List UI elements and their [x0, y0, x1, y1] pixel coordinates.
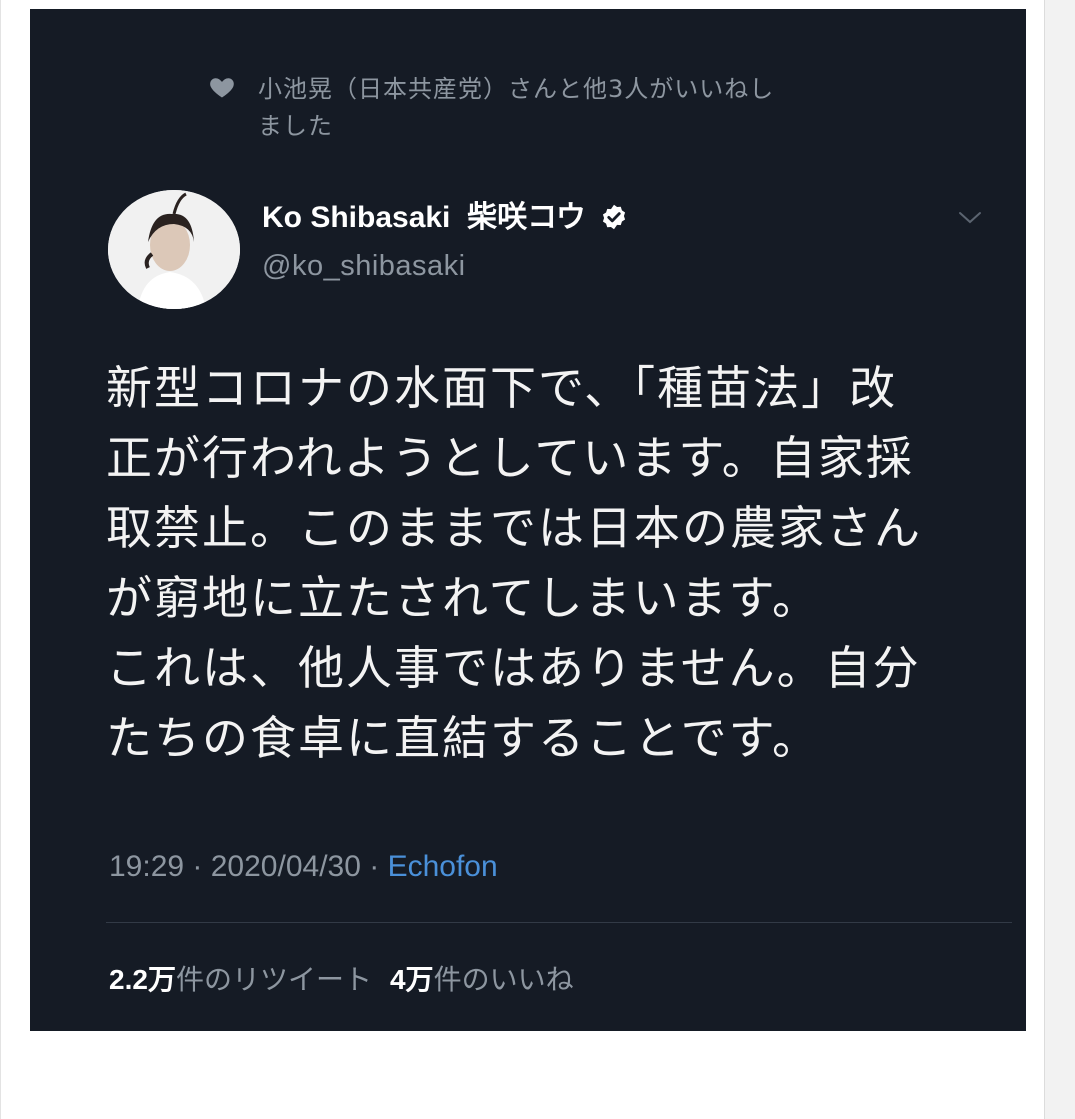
author-handle[interactable]: @ko_shibasaki [262, 249, 628, 283]
scrollbar[interactable] [1044, 0, 1075, 1119]
liked-by-line-2: ました [258, 112, 333, 140]
tweet-source-link[interactable]: Echofon [388, 850, 498, 883]
divider [106, 922, 1012, 923]
liked-by-line-1: 小池晃（日本共産党）さんと他3人がいいねし [258, 75, 775, 103]
liked-by-text: 小池晃（日本共産党）さんと他3人がいいねし ました [258, 71, 1008, 145]
tweet-line: 正が行われようとしています。自家採 [106, 431, 914, 485]
tweet-line: 新型コロナの水面下で、「種苗法」改 [106, 361, 898, 415]
meta-separator: · [184, 850, 211, 883]
retweet-count-link[interactable]: 2.2万件のリツイート [109, 963, 372, 996]
heart-icon [210, 78, 234, 98]
avatar[interactable] [108, 190, 240, 309]
avatar-photo [108, 190, 240, 309]
tweet-line: たちの食卓に直結することです。 [106, 711, 821, 765]
like-count: 4 [389, 964, 406, 995]
author-info[interactable]: Ko Shibasaki 柴咲コウ @ko_shibasaki [262, 199, 628, 283]
retweet-count-unit: 万 [147, 963, 176, 996]
tweet-card[interactable]: 小池晃（日本共産党）さんと他3人がいいねし ました Ko Shibasaki 柴… [30, 9, 1026, 1031]
tweet-line: 取禁止。このままでは日本の農家さん [106, 501, 922, 555]
tweet-date[interactable]: 2020/04/30 [211, 850, 361, 883]
author-name-ja: 柴咲コウ [467, 201, 586, 234]
author-name-en: Ko Shibasaki [262, 201, 451, 234]
verified-badge-icon [603, 204, 626, 230]
author-display-name[interactable]: Ko Shibasaki 柴咲コウ [262, 199, 628, 237]
meta-separator: · [360, 850, 388, 883]
tweet-meta: 19:29 · 2020/04/30 · Echofon [109, 847, 498, 887]
tweet-line: これは、他人事ではありません。自分 [106, 641, 921, 695]
tweet-stats: 2.2万件のリツイート 4万件のいいね [109, 960, 574, 1000]
like-count-link[interactable]: 4万件のいいね [390, 963, 574, 996]
retweet-label: 件のリツイート [175, 963, 372, 996]
tweet-text: 新型コロナの水面下で、「種苗法」改 正が行われようとしています。自家採 取禁止。… [106, 353, 1006, 773]
tweet-line: が窮地に立たされてしまいます。 [106, 571, 821, 625]
retweet-count: 2.2 [109, 964, 148, 995]
like-count-unit: 万 [405, 963, 434, 996]
tweet-time[interactable]: 19:29 [109, 850, 184, 883]
like-label: 件のいいね [433, 963, 574, 996]
chevron-down-icon[interactable] [952, 206, 988, 230]
